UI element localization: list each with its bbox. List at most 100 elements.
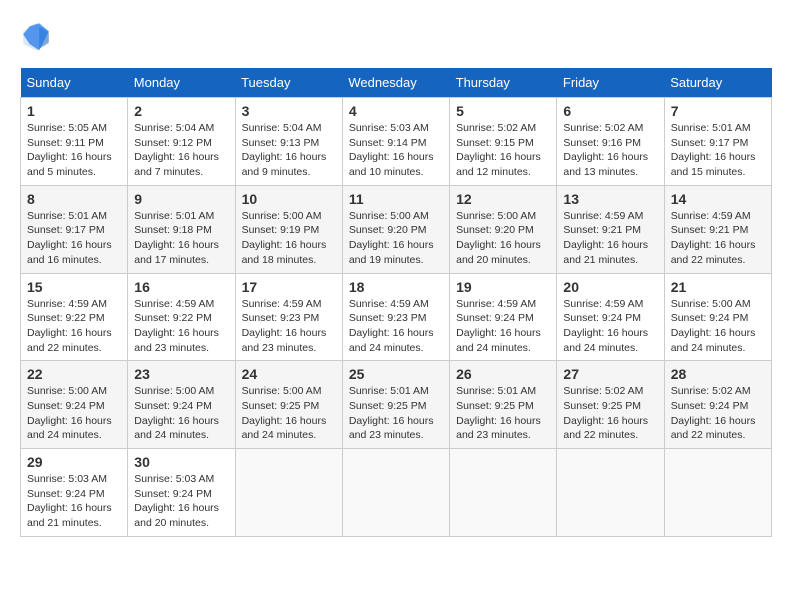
day-info: Sunrise: 5:00 AMSunset: 9:19 PMDaylight:… [242, 210, 327, 266]
calendar-cell: 4 Sunrise: 5:03 AMSunset: 9:14 PMDayligh… [342, 98, 449, 186]
day-info: Sunrise: 5:01 AMSunset: 9:25 PMDaylight:… [456, 385, 541, 441]
day-info: Sunrise: 4:59 AMSunset: 9:21 PMDaylight:… [671, 210, 756, 266]
calendar-cell: 12 Sunrise: 5:00 AMSunset: 9:20 PMDaylig… [450, 185, 557, 273]
calendar-cell: 24 Sunrise: 5:00 AMSunset: 9:25 PMDaylig… [235, 361, 342, 449]
header-friday: Friday [557, 68, 664, 98]
calendar-cell [235, 449, 342, 537]
day-number: 25 [349, 366, 443, 382]
calendar-cell: 19 Sunrise: 4:59 AMSunset: 9:24 PMDaylig… [450, 273, 557, 361]
day-number: 6 [563, 103, 657, 119]
day-number: 5 [456, 103, 550, 119]
day-info: Sunrise: 4:59 AMSunset: 9:22 PMDaylight:… [27, 298, 112, 354]
day-number: 28 [671, 366, 765, 382]
day-info: Sunrise: 5:00 AMSunset: 9:24 PMDaylight:… [134, 385, 219, 441]
day-number: 8 [27, 191, 121, 207]
calendar-cell: 2 Sunrise: 5:04 AMSunset: 9:12 PMDayligh… [128, 98, 235, 186]
calendar-week-3: 15 Sunrise: 4:59 AMSunset: 9:22 PMDaylig… [21, 273, 772, 361]
day-number: 24 [242, 366, 336, 382]
calendar-cell: 23 Sunrise: 5:00 AMSunset: 9:24 PMDaylig… [128, 361, 235, 449]
day-info: Sunrise: 5:03 AMSunset: 9:24 PMDaylight:… [134, 473, 219, 529]
day-number: 10 [242, 191, 336, 207]
calendar-cell: 1 Sunrise: 5:05 AMSunset: 9:11 PMDayligh… [21, 98, 128, 186]
calendar-cell: 14 Sunrise: 4:59 AMSunset: 9:21 PMDaylig… [664, 185, 771, 273]
day-number: 4 [349, 103, 443, 119]
calendar-week-2: 8 Sunrise: 5:01 AMSunset: 9:17 PMDayligh… [21, 185, 772, 273]
day-number: 11 [349, 191, 443, 207]
calendar-cell: 16 Sunrise: 4:59 AMSunset: 9:22 PMDaylig… [128, 273, 235, 361]
day-info: Sunrise: 4:59 AMSunset: 9:21 PMDaylight:… [563, 210, 648, 266]
header-tuesday: Tuesday [235, 68, 342, 98]
calendar-cell: 6 Sunrise: 5:02 AMSunset: 9:16 PMDayligh… [557, 98, 664, 186]
calendar-cell: 21 Sunrise: 5:00 AMSunset: 9:24 PMDaylig… [664, 273, 771, 361]
calendar-cell: 17 Sunrise: 4:59 AMSunset: 9:23 PMDaylig… [235, 273, 342, 361]
day-info: Sunrise: 5:01 AMSunset: 9:17 PMDaylight:… [27, 210, 112, 266]
day-number: 12 [456, 191, 550, 207]
calendar-cell: 20 Sunrise: 4:59 AMSunset: 9:24 PMDaylig… [557, 273, 664, 361]
day-info: Sunrise: 4:59 AMSunset: 9:22 PMDaylight:… [134, 298, 219, 354]
page-header [20, 20, 772, 52]
day-number: 26 [456, 366, 550, 382]
day-info: Sunrise: 4:59 AMSunset: 9:23 PMDaylight:… [242, 298, 327, 354]
day-info: Sunrise: 5:00 AMSunset: 9:24 PMDaylight:… [671, 298, 756, 354]
day-info: Sunrise: 5:02 AMSunset: 9:15 PMDaylight:… [456, 122, 541, 178]
calendar-week-5: 29 Sunrise: 5:03 AMSunset: 9:24 PMDaylig… [21, 449, 772, 537]
day-number: 30 [134, 454, 228, 470]
calendar-cell: 26 Sunrise: 5:01 AMSunset: 9:25 PMDaylig… [450, 361, 557, 449]
calendar: SundayMondayTuesdayWednesdayThursdayFrid… [20, 68, 772, 537]
calendar-week-1: 1 Sunrise: 5:05 AMSunset: 9:11 PMDayligh… [21, 98, 772, 186]
day-info: Sunrise: 4:59 AMSunset: 9:24 PMDaylight:… [563, 298, 648, 354]
day-number: 18 [349, 279, 443, 295]
calendar-cell: 13 Sunrise: 4:59 AMSunset: 9:21 PMDaylig… [557, 185, 664, 273]
calendar-cell: 11 Sunrise: 5:00 AMSunset: 9:20 PMDaylig… [342, 185, 449, 273]
day-info: Sunrise: 5:01 AMSunset: 9:17 PMDaylight:… [671, 122, 756, 178]
calendar-cell: 7 Sunrise: 5:01 AMSunset: 9:17 PMDayligh… [664, 98, 771, 186]
day-info: Sunrise: 5:03 AMSunset: 9:14 PMDaylight:… [349, 122, 434, 178]
calendar-cell: 30 Sunrise: 5:03 AMSunset: 9:24 PMDaylig… [128, 449, 235, 537]
calendar-cell: 5 Sunrise: 5:02 AMSunset: 9:15 PMDayligh… [450, 98, 557, 186]
day-number: 20 [563, 279, 657, 295]
day-info: Sunrise: 5:04 AMSunset: 9:13 PMDaylight:… [242, 122, 327, 178]
day-number: 27 [563, 366, 657, 382]
calendar-cell: 8 Sunrise: 5:01 AMSunset: 9:17 PMDayligh… [21, 185, 128, 273]
calendar-cell: 15 Sunrise: 4:59 AMSunset: 9:22 PMDaylig… [21, 273, 128, 361]
day-info: Sunrise: 5:04 AMSunset: 9:12 PMDaylight:… [134, 122, 219, 178]
day-number: 17 [242, 279, 336, 295]
day-number: 22 [27, 366, 121, 382]
calendar-cell: 18 Sunrise: 4:59 AMSunset: 9:23 PMDaylig… [342, 273, 449, 361]
day-info: Sunrise: 5:03 AMSunset: 9:24 PMDaylight:… [27, 473, 112, 529]
logo [20, 20, 56, 52]
day-number: 21 [671, 279, 765, 295]
calendar-week-4: 22 Sunrise: 5:00 AMSunset: 9:24 PMDaylig… [21, 361, 772, 449]
day-info: Sunrise: 5:02 AMSunset: 9:25 PMDaylight:… [563, 385, 648, 441]
day-number: 23 [134, 366, 228, 382]
calendar-cell: 28 Sunrise: 5:02 AMSunset: 9:24 PMDaylig… [664, 361, 771, 449]
header-wednesday: Wednesday [342, 68, 449, 98]
day-number: 16 [134, 279, 228, 295]
day-number: 29 [27, 454, 121, 470]
day-number: 15 [27, 279, 121, 295]
day-info: Sunrise: 5:00 AMSunset: 9:25 PMDaylight:… [242, 385, 327, 441]
calendar-cell: 27 Sunrise: 5:02 AMSunset: 9:25 PMDaylig… [557, 361, 664, 449]
calendar-cell: 22 Sunrise: 5:00 AMSunset: 9:24 PMDaylig… [21, 361, 128, 449]
day-info: Sunrise: 5:01 AMSunset: 9:18 PMDaylight:… [134, 210, 219, 266]
day-number: 19 [456, 279, 550, 295]
logo-icon [20, 20, 52, 52]
header-monday: Monday [128, 68, 235, 98]
header-thursday: Thursday [450, 68, 557, 98]
day-info: Sunrise: 5:00 AMSunset: 9:20 PMDaylight:… [456, 210, 541, 266]
day-number: 3 [242, 103, 336, 119]
calendar-cell: 10 Sunrise: 5:00 AMSunset: 9:19 PMDaylig… [235, 185, 342, 273]
day-info: Sunrise: 5:01 AMSunset: 9:25 PMDaylight:… [349, 385, 434, 441]
calendar-cell: 25 Sunrise: 5:01 AMSunset: 9:25 PMDaylig… [342, 361, 449, 449]
calendar-cell [557, 449, 664, 537]
day-info: Sunrise: 5:05 AMSunset: 9:11 PMDaylight:… [27, 122, 112, 178]
day-info: Sunrise: 4:59 AMSunset: 9:23 PMDaylight:… [349, 298, 434, 354]
header-sunday: Sunday [21, 68, 128, 98]
day-number: 14 [671, 191, 765, 207]
day-number: 9 [134, 191, 228, 207]
calendar-header-row: SundayMondayTuesdayWednesdayThursdayFrid… [21, 68, 772, 98]
day-info: Sunrise: 5:00 AMSunset: 9:24 PMDaylight:… [27, 385, 112, 441]
calendar-cell [342, 449, 449, 537]
day-number: 1 [27, 103, 121, 119]
day-info: Sunrise: 4:59 AMSunset: 9:24 PMDaylight:… [456, 298, 541, 354]
